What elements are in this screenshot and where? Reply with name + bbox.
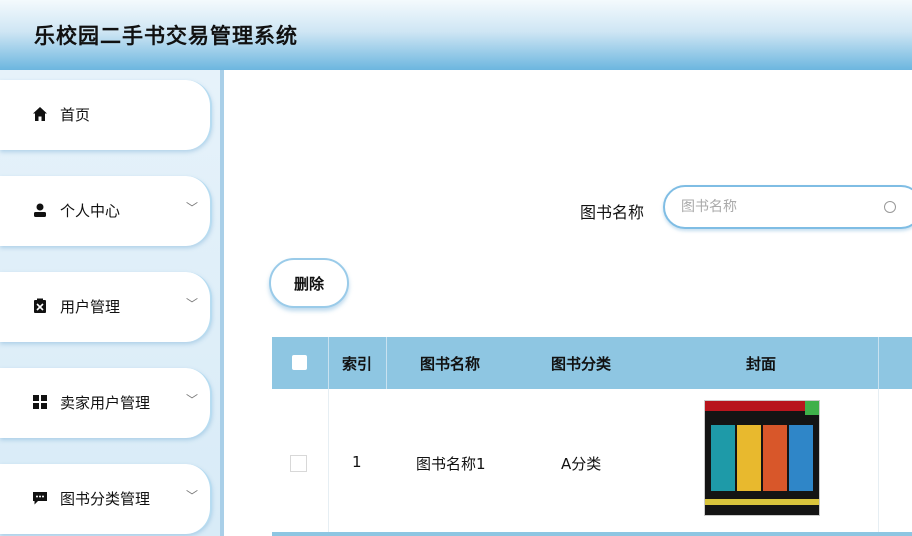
cover-panel xyxy=(763,425,787,491)
chevron-down-icon: ﹀ xyxy=(186,489,199,503)
chevron-down-icon: ﹀ xyxy=(186,297,199,311)
sidebar-item-user-management[interactable]: 用户管理 ﹀ xyxy=(0,272,212,342)
cell-book-name: 图书名称1 xyxy=(416,455,486,473)
column-divider xyxy=(386,337,387,389)
sidebar-item-label: 用户管理 xyxy=(60,298,121,316)
search-icon[interactable] xyxy=(884,201,896,213)
delete-button[interactable]: 删除 xyxy=(269,258,349,308)
sidebar-item-seller-management[interactable]: 卖家用户管理 ﹀ xyxy=(0,368,212,438)
cell-index: 1 xyxy=(352,453,362,471)
column-divider xyxy=(328,337,329,389)
table-row[interactable]: 1 图书名称1 A分类 xyxy=(272,389,912,536)
sidebar-item-label: 个人中心 xyxy=(60,202,121,220)
table-header: 索引 图书名称 图书分类 封面 xyxy=(272,337,912,389)
sidebar-item-label: 图书分类管理 xyxy=(60,490,151,508)
home-icon xyxy=(33,107,47,121)
sidebar-item-home[interactable]: 首页 xyxy=(0,80,212,150)
cell-book-category: A分类 xyxy=(561,455,602,473)
sidebar-item-book-category-management[interactable]: 图书分类管理 ﹀ xyxy=(0,464,212,534)
clipboard-icon xyxy=(34,298,46,313)
grid-icon xyxy=(33,395,47,409)
chevron-down-icon: ﹀ xyxy=(186,201,199,215)
sidebar-item-personal-center[interactable]: 个人中心 ﹀ xyxy=(0,176,212,246)
sidebar-divider xyxy=(220,70,224,536)
chevron-down-icon: ﹀ xyxy=(186,393,199,407)
cover-panel xyxy=(789,425,813,491)
select-all-checkbox[interactable] xyxy=(292,355,307,370)
book-name-search-input[interactable] xyxy=(663,185,912,229)
sidebar-item-label: 首页 xyxy=(60,106,91,124)
column-header-book-category[interactable]: 图书分类 xyxy=(551,353,611,374)
user-icon xyxy=(34,203,46,217)
cover-banner xyxy=(705,401,819,411)
cover-panel xyxy=(711,425,735,491)
sidebar-item-label: 卖家用户管理 xyxy=(60,394,151,412)
cover-corner-badge xyxy=(805,401,819,415)
search-label: 图书名称 xyxy=(580,203,645,222)
sidebar: 首页 个人中心 ﹀ 用户管理 ﹀ 卖家用户管理 ﹀ 图书分类管理 ﹀ xyxy=(0,70,220,536)
cover-footer-strip xyxy=(705,499,819,505)
column-header-cover[interactable]: 封面 xyxy=(746,353,776,374)
column-divider xyxy=(878,337,879,389)
book-cover-image[interactable] xyxy=(704,400,820,516)
column-header-book-name[interactable]: 图书名称 xyxy=(420,353,480,374)
row-checkbox[interactable] xyxy=(290,455,307,472)
app-title: 乐校园二手书交易管理系统 xyxy=(34,24,298,48)
top-header: 乐校园二手书交易管理系统 xyxy=(0,0,912,70)
column-divider xyxy=(328,389,329,532)
chat-icon xyxy=(33,492,47,505)
cover-panel xyxy=(737,425,761,491)
column-divider xyxy=(878,389,879,532)
column-header-index[interactable]: 索引 xyxy=(342,353,372,374)
